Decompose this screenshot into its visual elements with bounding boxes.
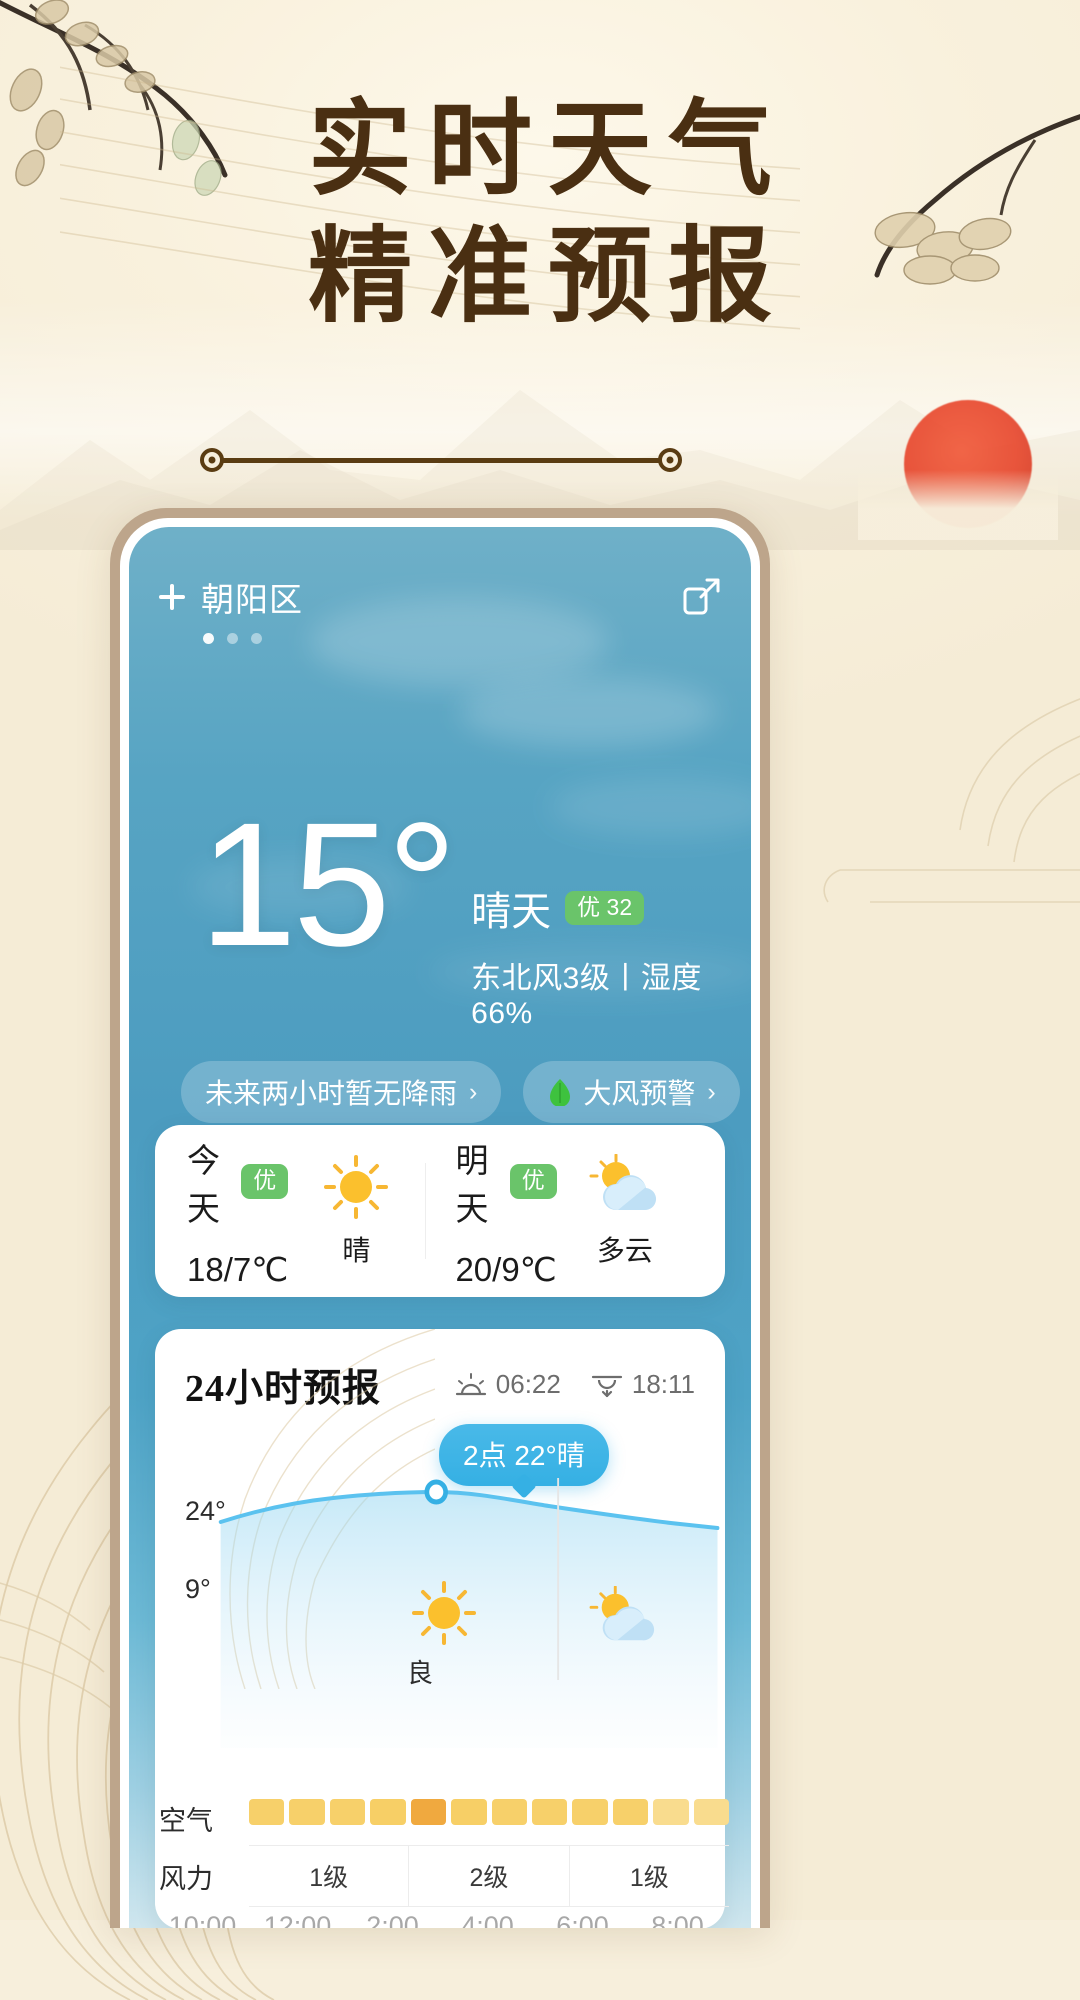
headline-line-2: 精准预报 [307, 219, 788, 335]
phone-mockup: 朝阳区 15° 晴天 优 32 东北风3级丨湿度66% 未来两小时暂无降雨 › … [110, 508, 770, 1928]
aqi-bar [572, 1799, 608, 1825]
tomorrow-label: 明天 [455, 1141, 489, 1227]
aqi-bar [329, 1799, 366, 1825]
chart-highlight-point [424, 1479, 448, 1505]
wind-humidity-text: 东北风3级丨湿度66% [471, 962, 702, 1030]
tomorrow-condition-label: 多云 [596, 1234, 653, 1266]
tomorrow-aqi-badge: 优 [509, 1164, 557, 1199]
current-weather: 15° 晴天 优 32 东北风3级丨湿度66% 未来两小时暂无降雨 › 大风预警… [129, 787, 751, 1123]
aqi-bar [612, 1799, 649, 1825]
aqi-bar [491, 1799, 527, 1825]
tomorrow-header: 明天 优 [455, 1134, 557, 1230]
location-row[interactable]: 朝阳区 [159, 573, 303, 621]
aqi-bar [451, 1799, 487, 1825]
today-icon-column: 晴 [288, 1154, 424, 1269]
hourly-chart[interactable]: 2点 22°晴 24° 9° 良 [155, 1418, 725, 1748]
wind-cell: 1级 [629, 1864, 669, 1892]
tomorrow-temperature: 20/9℃ [455, 1250, 557, 1288]
current-pills: 未来两小时暂无降雨 › 大风预警 › [181, 1061, 740, 1123]
page-indicator-dots[interactable] [203, 633, 303, 644]
daycard-divider [424, 1163, 426, 1259]
share-icon[interactable] [681, 575, 723, 617]
aqi-bar [289, 1799, 325, 1825]
aqi-level-label: 良 [407, 1658, 434, 1688]
divider-bar [218, 458, 664, 463]
location-name[interactable]: 朝阳区 [201, 573, 303, 621]
aqi-bar [531, 1799, 568, 1825]
y-axis-high: 24° [185, 1496, 226, 1526]
sun-times: 06:22 18:11 [455, 1369, 695, 1400]
wind-row-label: 风力 [159, 1864, 213, 1894]
condition-row: 晴天 优 32 [471, 879, 721, 937]
aqi-row-label: 空气 [159, 1806, 213, 1836]
today-condition-label: 晴 [342, 1234, 371, 1266]
wind-cell: 2级 [409, 1846, 570, 1906]
tomorrow-column[interactable]: 明天 优 20/9℃ [455, 1134, 557, 1289]
page-dot-3[interactable] [251, 633, 262, 644]
app-header: 朝阳区 [129, 573, 751, 644]
aqi-bar [693, 1799, 730, 1825]
divider-knob-left [200, 448, 224, 472]
today-column[interactable]: 今天 优 18/7℃ [187, 1134, 289, 1289]
sun-cloud-icon [589, 1585, 655, 1641]
aqi-bar-peak [410, 1799, 447, 1825]
wind-cell: 1级 [249, 1846, 410, 1906]
aqi-bar [653, 1799, 689, 1825]
sun-cloud-overlay [858, 470, 1058, 540]
chart-sun-icon-wrap [411, 1580, 477, 1651]
aqi-bar [249, 1799, 285, 1825]
leaf-icon [550, 1079, 571, 1106]
rain-forecast-label: 未来两小时暂无降雨 [205, 1078, 458, 1109]
sunset-icon [591, 1375, 622, 1397]
wind-level-row: 1级 2级 1级 [249, 1845, 729, 1907]
sun-icon [412, 1581, 476, 1645]
sunset-group: 18:11 [591, 1369, 695, 1400]
current-details: 晴天 优 32 东北风3级丨湿度66% [471, 879, 721, 1031]
chevron-right-icon: › [707, 1077, 716, 1106]
current-main-row: 15° 晴天 优 32 东北风3级丨湿度66% [159, 787, 721, 1031]
today-tomorrow-card[interactable]: 今天 优 18/7℃ 晴 明天 优 20/9℃ 多云 [155, 1125, 725, 1297]
today-label: 今天 [187, 1141, 220, 1227]
sunrise-icon [455, 1372, 486, 1395]
condition-text: 晴天 [471, 890, 552, 934]
wind-alert-label: 大风预警 [583, 1078, 696, 1109]
today-aqi-badge: 优 [241, 1164, 289, 1199]
aqi-bar [370, 1799, 406, 1825]
chevron-right-icon: › [469, 1077, 478, 1106]
page-dot-1[interactable] [203, 633, 214, 644]
headline-line-1: 实时天气 [307, 93, 788, 208]
plus-icon[interactable] [159, 584, 185, 610]
rain-forecast-pill[interactable]: 未来两小时暂无降雨 › [181, 1061, 502, 1123]
share-button[interactable] [681, 575, 723, 617]
today-tomorrow-inner: 今天 优 18/7℃ 晴 明天 优 20/9℃ 多云 [155, 1125, 725, 1297]
phone-bezel: 朝阳区 15° 晴天 优 32 东北风3级丨湿度66% 未来两小时暂无降雨 › … [120, 518, 760, 1928]
aqi-bar-row [249, 1799, 730, 1825]
cloud-wisp [459, 677, 719, 747]
sunrise-group: 06:22 [455, 1369, 561, 1400]
hourly-forecast-card[interactable]: 24小时预报 06:22 18:11 2点 22°晴 24° 9° 良 [155, 1329, 725, 1928]
poster-headline: 实时天气 精准预报 [0, 88, 1080, 342]
tomorrow-icon-column: 多云 [557, 1153, 693, 1269]
y-axis-low: 9° [185, 1574, 211, 1604]
sun-icon [324, 1154, 389, 1219]
sunset-time: 18:11 [631, 1369, 695, 1399]
sun-cloud-icon [589, 1153, 656, 1210]
decorative-divider [200, 448, 682, 472]
sunrise-time: 06:22 [495, 1369, 561, 1399]
aqi-badge: 优 32 [565, 890, 645, 926]
today-header: 今天 优 [187, 1134, 289, 1230]
current-temperature: 15° [199, 787, 457, 983]
decor-lines-right [823, 698, 1080, 903]
location-group: 朝阳区 [159, 573, 303, 644]
divider-knob-right [658, 448, 682, 472]
wind-alert-pill[interactable]: 大风预警 › [523, 1061, 740, 1123]
today-temperature: 18/7℃ [187, 1250, 289, 1288]
chart-cloud-icon-wrap [585, 1585, 663, 1655]
page-dot-2[interactable] [227, 633, 238, 644]
weather-app-screen: 朝阳区 15° 晴天 优 32 东北风3级丨湿度66% 未来两小时暂无降雨 › … [129, 527, 751, 1928]
